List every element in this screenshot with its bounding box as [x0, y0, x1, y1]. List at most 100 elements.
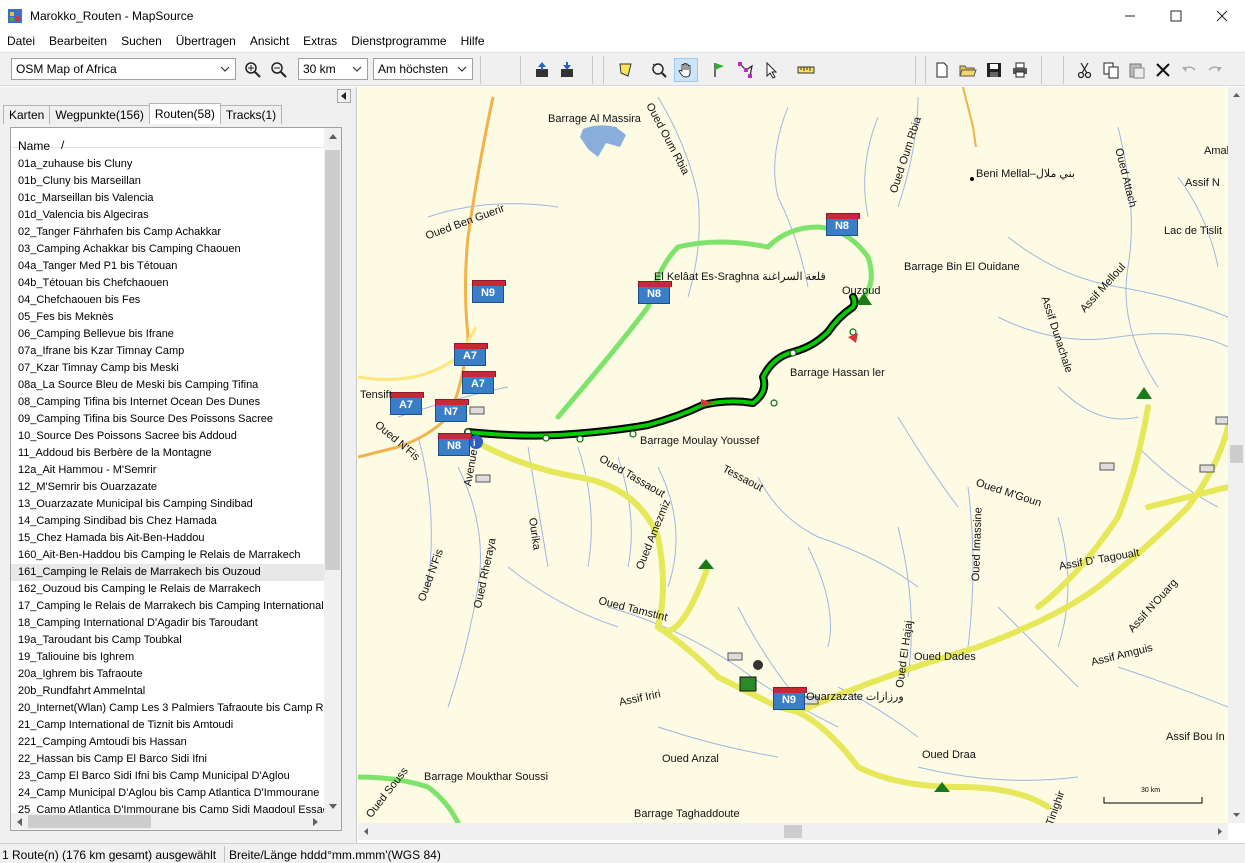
new-file-button[interactable] [930, 58, 954, 82]
list-item[interactable]: 02_Tanger Fährhafen bis Camp Achakkar [11, 224, 324, 241]
cut-button[interactable] [1073, 58, 1097, 82]
list-item[interactable]: 21_Camp International de Tiznit bis Amto… [11, 717, 324, 734]
select-tool-button[interactable] [760, 58, 784, 82]
detail-level-select[interactable]: Am höchsten [373, 58, 473, 80]
list-column-header[interactable]: Name / [11, 128, 324, 153]
tab-routen[interactable]: Routen(58) [148, 103, 221, 124]
scroll-thumb[interactable] [1230, 445, 1243, 463]
menu-hilfe[interactable]: Hilfe [454, 32, 492, 52]
menu-extras[interactable]: Extras [296, 32, 344, 52]
list-item[interactable]: 04b_Tétouan bis Chefchaouen [11, 275, 324, 292]
tab-karten[interactable]: Karten [3, 105, 51, 124]
scroll-up-icon[interactable] [1228, 87, 1245, 104]
list-item[interactable]: 01c_Marseillan bis Valencia [11, 190, 324, 207]
map-horizontal-scrollbar[interactable] [358, 823, 1228, 840]
hand-tool-button[interactable] [674, 58, 698, 82]
measure-tool-button[interactable] [794, 58, 818, 82]
toolbar-separator [925, 56, 926, 84]
open-file-button[interactable] [956, 58, 980, 82]
close-button[interactable] [1199, 0, 1245, 32]
route-tool-button[interactable] [734, 58, 758, 82]
delete-button[interactable] [1151, 58, 1175, 82]
list-item[interactable]: 14_Camping Sindibad bis Chez Hamada [11, 513, 324, 530]
delete-x-icon [1156, 63, 1170, 77]
list-item[interactable]: 07a_Ifrane bis Kzar Timnay Camp [11, 343, 324, 360]
redo-button[interactable] [1203, 58, 1227, 82]
menu-ansicht[interactable]: Ansicht [243, 32, 296, 52]
scroll-thumb[interactable] [28, 815, 151, 828]
receive-from-device-button[interactable] [530, 58, 554, 82]
scroll-right-icon[interactable] [1211, 823, 1228, 840]
scroll-thumb[interactable] [325, 150, 340, 570]
save-button[interactable] [982, 58, 1006, 82]
list-item[interactable]: 18_Camping International D'Agadir bis Ta… [11, 615, 324, 632]
list-item[interactable]: 19a_Taroudant bis Camp Toubkal [11, 632, 324, 649]
list-item[interactable]: 221_Camping Amtoudi bis Hassan [11, 734, 324, 751]
list-item[interactable]: 09_Camping Tifina bis Source Des Poisson… [11, 411, 324, 428]
menu-uebertragen[interactable]: Übertragen [169, 32, 243, 52]
copy-button[interactable] [1099, 58, 1123, 82]
list-item[interactable]: 22_Hassan bis Camp El Barco Sidi Ifni [11, 751, 324, 768]
list-item[interactable]: 05_Fes bis Meknès [11, 309, 324, 326]
menu-bearbeiten[interactable]: Bearbeiten [42, 32, 114, 52]
zoom-out-button[interactable] [267, 58, 291, 82]
list-item[interactable]: 17_Camping le Relais de Marrakech bis Ca… [11, 598, 324, 615]
toolbar-separator [520, 56, 521, 84]
scroll-left-icon[interactable] [358, 823, 375, 840]
undo-button[interactable] [1177, 58, 1201, 82]
map-vertical-scrollbar[interactable] [1228, 87, 1245, 823]
list-item[interactable]: 01d_Valencia bis Algeciras [11, 207, 324, 224]
list-item[interactable]: 01b_Cluny bis Marseillan [11, 173, 324, 190]
map-tool-button[interactable] [614, 58, 638, 82]
list-item[interactable]: 161_Camping le Relais de Marrakech bis O… [11, 564, 324, 581]
list-item[interactable]: 20a_Ighrem bis Tafraoute [11, 666, 324, 683]
list-item[interactable]: 13_Ouarzazate Municipal bis Camping Sind… [11, 496, 324, 513]
zoom-scale-select[interactable]: 30 km [298, 58, 368, 80]
list-vertical-scrollbar[interactable] [324, 128, 341, 815]
list-item[interactable]: 19_Taliouine bis Ighrem [11, 649, 324, 666]
menu-dienstprogramme[interactable]: Dienstprogramme [344, 32, 453, 52]
scroll-thumb[interactable] [784, 825, 802, 838]
list-item[interactable]: 10_Source Des Poissons Sacree bis Addoud [11, 428, 324, 445]
scroll-up-arrow[interactable] [324, 128, 341, 145]
list-item[interactable]: 03_Camping Achakkar bis Camping Chaouen [11, 241, 324, 258]
scroll-left-arrow[interactable] [11, 813, 28, 830]
print-button[interactable] [1008, 58, 1032, 82]
list-item[interactable]: 12a_Ait Hammou - M'Semrir [11, 462, 324, 479]
list-item[interactable]: 11_Addoud bis Berbère de la Montagne [11, 445, 324, 462]
list-item[interactable]: 06_Camping Bellevue bis Ifrane [11, 326, 324, 343]
list-item[interactable]: 160_Ait-Ben-Haddou bis Camping le Relais… [11, 547, 324, 564]
list-item[interactable]: 15_Chez Hamada bis Ait-Ben-Haddou [11, 530, 324, 547]
scroll-down-icon[interactable] [1228, 806, 1245, 823]
maximize-button[interactable] [1153, 0, 1199, 32]
waypoint-tool-button[interactable] [707, 58, 731, 82]
map-product-select[interactable]: OSM Map of Africa [11, 58, 236, 80]
list-item[interactable]: 08a_La Source Bleu de Meski bis Camping … [11, 377, 324, 394]
paste-button[interactable] [1125, 58, 1149, 82]
send-to-device-button[interactable] [555, 58, 579, 82]
tab-tracks[interactable]: Tracks(1) [219, 105, 283, 124]
list-item[interactable]: 08_Camping Tifina bis Internet Ocean Des… [11, 394, 324, 411]
list-item[interactable]: 12_M'Semrir bis Ouarzazate [11, 479, 324, 496]
minimize-button[interactable] [1107, 0, 1153, 32]
scroll-right-arrow[interactable] [307, 813, 324, 830]
menu-suchen[interactable]: Suchen [114, 32, 169, 52]
menu-datei[interactable]: Datei [0, 32, 42, 52]
list-item[interactable]: 20_Internet(Wlan) Camp Les 3 Palmiers Ta… [11, 700, 324, 717]
zoom-in-button[interactable] [241, 58, 265, 82]
road-shield-a7: A7 [454, 343, 488, 366]
list-item[interactable]: 01a_zuhause bis Cluny [11, 156, 324, 173]
list-item[interactable]: 04a_Tanger Med P1 bis Tétouan [11, 258, 324, 275]
list-horizontal-scrollbar[interactable] [11, 813, 341, 830]
list-item[interactable]: 20b_Rundfahrt Ammelntal [11, 683, 324, 700]
list-item[interactable]: 23_Camp El Barco Sidi Ifni bis Camp Muni… [11, 768, 324, 785]
list-item[interactable]: 04_Chefchaouen bis Fes [11, 292, 324, 309]
list-item[interactable]: 07_Kzar Timnay Camp bis Meski [11, 360, 324, 377]
collapse-panel-button[interactable] [337, 89, 351, 103]
map-canvas[interactable]: i N8 N9 N8 A7 A7 A7 N7 N8 N9 Barrage Al … [358, 87, 1228, 823]
list-item[interactable]: 24_Camp Municipal D'Aglou bis Camp Atlan… [11, 785, 324, 802]
list-item[interactable]: 162_Ouzoud bis Camping le Relais de Marr… [11, 581, 324, 598]
zoom-tool-button[interactable] [647, 58, 671, 82]
tab-wegpunkte[interactable]: Wegpunkte(156) [49, 105, 150, 124]
receive-from-device-icon [536, 62, 548, 77]
